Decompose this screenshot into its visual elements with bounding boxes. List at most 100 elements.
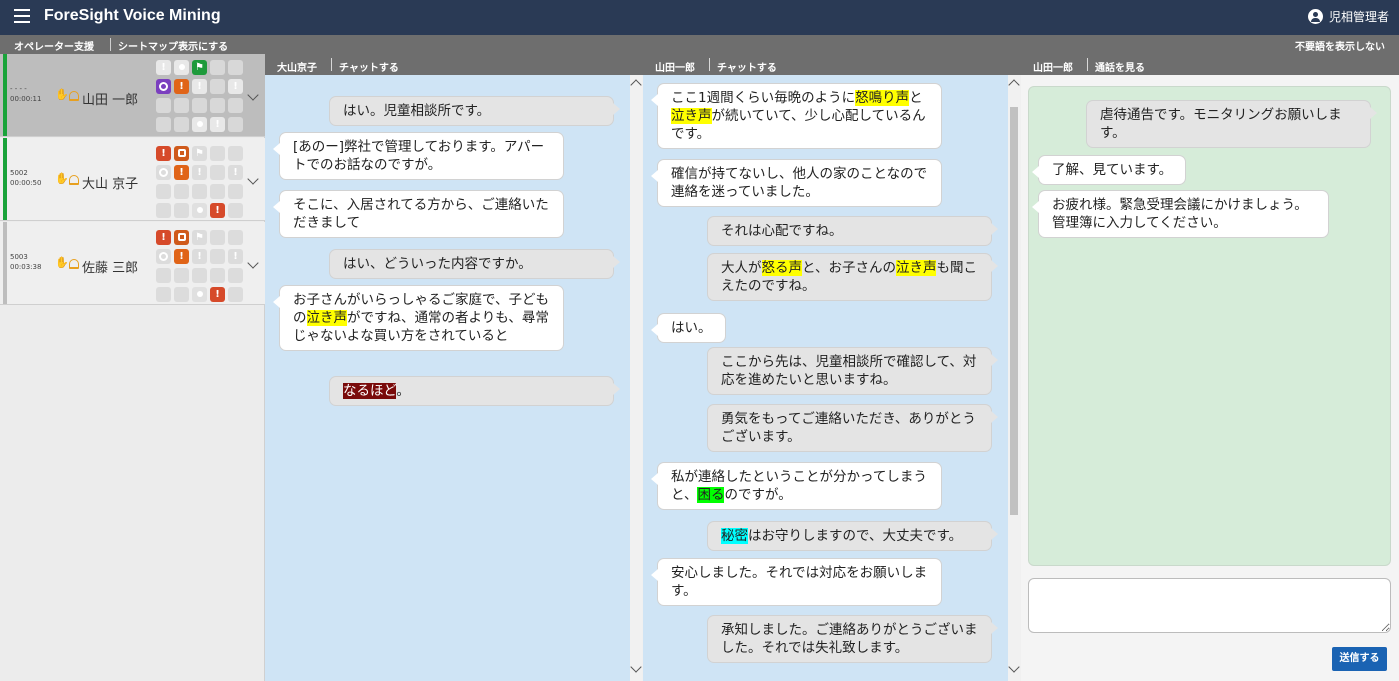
message-bubble: はい。 — [651, 313, 726, 343]
message-text: はい。 — [671, 320, 712, 336]
empty-tile — [192, 184, 207, 199]
alert-tile[interactable]: ! — [192, 249, 207, 264]
flag-icon[interactable]: ⚑ — [192, 146, 207, 161]
reply-input[interactable] — [1028, 578, 1391, 633]
empty-tile — [156, 203, 171, 218]
message-text: 。 — [396, 383, 410, 399]
view-call-link[interactable]: 通話を見る — [1095, 59, 1145, 74]
seatmap-toggle-link[interactable]: シートマップ表示にする — [118, 38, 228, 53]
operator-name: 山田 一郎 — [82, 93, 139, 108]
chevron-down-icon[interactable] — [247, 89, 259, 101]
message-bubble: 秘密はお守りしますので、大丈夫です。 — [707, 521, 998, 551]
message-bubble: 私が連絡したということが分かってしまうと、困るのですが。 — [651, 462, 942, 510]
hamburger-menu-icon[interactable] — [14, 9, 30, 23]
call-meta: 5003 00:03:38 — [10, 252, 41, 272]
alert-tile[interactable]: ! — [228, 249, 243, 264]
hide-filler-toggle-link[interactable]: 不要語を表示しない — [1295, 38, 1385, 53]
square-icon[interactable] — [174, 146, 189, 161]
send-button[interactable]: 送信する — [1332, 647, 1387, 671]
operator-support-link[interactable]: オペレーター支援 — [14, 38, 94, 53]
extension: 5003 — [10, 253, 28, 261]
status-bar — [3, 222, 7, 304]
message-text: それは心配ですね。 — [721, 223, 843, 239]
warning-tile[interactable]: ! — [174, 79, 189, 94]
operator-row[interactable]: 5003 00:03:38 ✋ 佐藤 三郎 ! ⚑ ! ! ! ! — [0, 222, 265, 305]
alert-tile[interactable]: ! — [192, 165, 207, 180]
scroll-down-icon[interactable] — [1008, 661, 1020, 673]
empty-tile — [156, 268, 171, 283]
chevron-down-icon[interactable] — [247, 257, 259, 269]
scroll-up-icon[interactable] — [1008, 79, 1020, 91]
divider — [709, 58, 710, 71]
alert-tile[interactable]: ! — [228, 79, 243, 94]
user-menu[interactable]: 児相管理者 — [1307, 8, 1389, 25]
message-bubble: なるほど。 — [329, 376, 620, 406]
alert-tile[interactable]: ! — [228, 165, 243, 180]
user-name: 児相管理者 — [1328, 10, 1389, 24]
bell-icon[interactable] — [69, 175, 79, 185]
empty-tile — [210, 98, 225, 113]
sub-toolbar: オペレーター支援 シートマップ表示にする 不要語を表示しない — [0, 35, 1399, 54]
alert-tile[interactable]: ! — [192, 79, 207, 94]
call-panel-header: 山田一郎 通話を見る — [1021, 54, 1399, 75]
keyword-highlight: 泣き声 — [895, 260, 937, 276]
bell-icon[interactable] — [69, 91, 79, 101]
square-icon[interactable] — [174, 230, 189, 245]
panel-operator-name: 山田一郎 — [655, 63, 695, 74]
empty-tile — [174, 287, 189, 302]
hand-raise-icon[interactable]: ✋ — [55, 172, 69, 185]
hand-raise-icon[interactable]: ✋ — [55, 256, 69, 269]
message-text: と、お子さんの — [802, 260, 896, 276]
message-bubble: 了解、見ています。 — [1031, 155, 1187, 185]
call-duration: 00:00:11 — [10, 95, 42, 103]
dot-tile[interactable] — [192, 203, 207, 218]
empty-tile — [228, 184, 243, 199]
critical-alert-tile[interactable]: ! — [156, 146, 171, 161]
critical-alert-tile[interactable]: ! — [210, 287, 225, 302]
chat-transcript-2: ここ1週間くらい毎晩のように怒鳴り声と泣き声が続いていて、少し心配しているんです… — [643, 75, 1008, 681]
keyword-highlight: 怒鳴り声 — [855, 90, 910, 106]
empty-tile — [156, 287, 171, 302]
hand-raise-icon[interactable]: ✋ — [55, 88, 69, 101]
chat-action-link[interactable]: チャットする — [339, 59, 399, 74]
flag-icon[interactable]: ⚑ — [192, 60, 207, 75]
chat-1-scrollbar[interactable] — [630, 75, 642, 681]
supervisor-chat: 虐待通告です。モニタリングお願いします。 了解、見ています。 お疲れ様。緊急受理… — [1028, 86, 1391, 566]
bell-icon[interactable] — [69, 259, 79, 269]
chat-action-link[interactable]: チャットする — [717, 59, 777, 74]
ring-tile[interactable] — [156, 249, 171, 264]
scroll-up-icon[interactable] — [630, 79, 642, 91]
dot-tile[interactable] — [192, 117, 207, 132]
message-bubble: 勇気をもってご連絡いただき、ありがとうございます。 — [707, 404, 998, 452]
flag-icon[interactable]: ⚑ — [192, 230, 207, 245]
dot-tile[interactable] — [192, 287, 207, 302]
alert-tile[interactable]: ! — [156, 60, 171, 75]
alert-tile[interactable]: ! — [210, 117, 225, 132]
message-text: はお守りしますので、大丈夫です。 — [748, 528, 963, 544]
critical-alert-tile[interactable]: ! — [156, 230, 171, 245]
operator-row[interactable]: 5002 00:00:50 ✋ 大山 京子 ! ⚑ ! ! ! ! — [0, 138, 265, 221]
empty-tile — [174, 268, 189, 283]
dot-tile[interactable] — [174, 60, 189, 75]
scroll-thumb[interactable] — [1010, 107, 1018, 515]
message-text: お疲れ様。緊急受理会議にかけましょう。管理簿に入力してください。 — [1052, 197, 1308, 231]
chat-2-scrollbar[interactable] — [1008, 75, 1020, 681]
empty-tile — [228, 203, 243, 218]
panel-operator-name: 大山京子 — [277, 63, 317, 74]
purple-ring-icon[interactable] — [156, 79, 171, 94]
ring-tile[interactable] — [156, 165, 171, 180]
warning-tile[interactable]: ! — [174, 165, 189, 180]
message-bubble: ここから先は、児童相談所で確認して、対応を進めたいと思いますね。 — [707, 347, 998, 395]
message-text: [あのー]弊社で管理しております。アパートでのお話なのですが。 — [293, 139, 545, 173]
chevron-down-icon[interactable] — [247, 173, 259, 185]
critical-alert-tile[interactable]: ! — [210, 203, 225, 218]
message-bubble: そこに、入居されてる方から、ご連絡いただきまして — [273, 190, 564, 238]
message-bubble: お疲れ様。緊急受理会議にかけましょう。管理簿に入力してください。 — [1032, 190, 1329, 238]
scroll-down-icon[interactable] — [630, 661, 642, 673]
message-bubble: 承知しました。ご連絡ありがとうございました。それでは失礼致します。 — [707, 615, 998, 663]
warning-tile[interactable]: ! — [174, 249, 189, 264]
keyword-highlight: 泣き声 — [306, 310, 347, 326]
chat-panel-1-header: 大山京子 チャットする — [265, 54, 643, 75]
operator-name: 大山 京子 — [82, 177, 139, 192]
operator-row[interactable]: - - - - 00:00:11 ✋ 山田 一郎 ! ⚑ ! ! ! ! — [0, 54, 265, 137]
